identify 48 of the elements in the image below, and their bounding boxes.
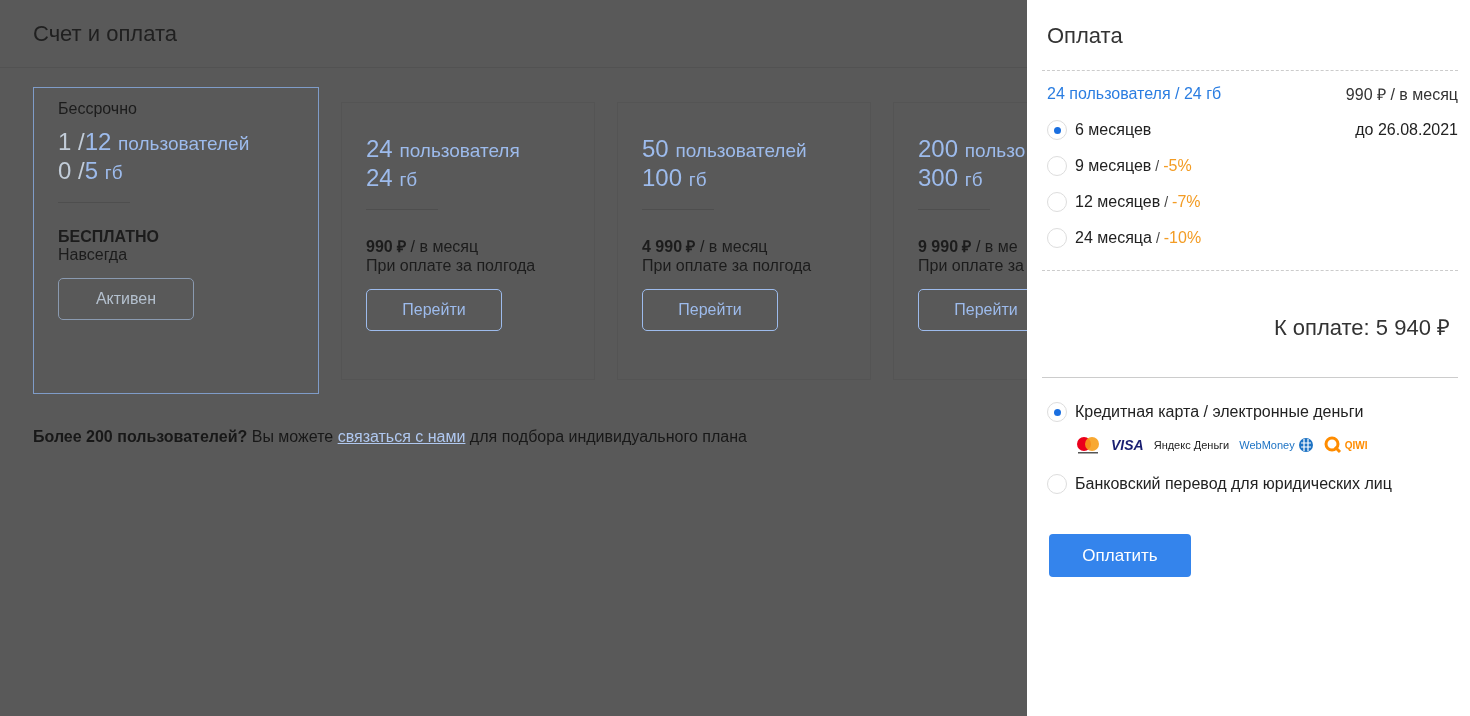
storage-amount: 300 гб — [918, 164, 983, 193]
period-label[interactable]: 24 месяца — [1075, 229, 1152, 247]
storage-amount: 100 гб — [642, 164, 707, 193]
plan-note: Навсегда — [58, 246, 128, 264]
separator: / — [1155, 230, 1160, 246]
users-count: 24 пользователя — [366, 135, 520, 164]
storage-amount: 0 /5 гб — [58, 157, 123, 186]
method-label[interactable]: Кредитная карта / электронные деньги — [1075, 403, 1364, 421]
plan-price: БЕСПЛАТНО — [58, 228, 159, 246]
storage-amount: 24 гб — [366, 164, 418, 193]
globe-icon — [1297, 437, 1314, 453]
discount-label: -5% — [1163, 157, 1192, 175]
discount-label: -7% — [1172, 193, 1201, 211]
page-title: Счет и оплата — [33, 20, 177, 47]
pay-button[interactable]: Оплатить — [1049, 534, 1191, 577]
method-label[interactable]: Банковский перевод для юридических лиц — [1075, 475, 1392, 493]
plan-note: При оплате за полгода — [366, 257, 536, 275]
plan-price: 4 990 ₽ / в месяц — [642, 237, 768, 257]
plan-button[interactable]: Активен — [58, 278, 194, 320]
plan-note: При оплате за — [918, 257, 1024, 275]
contact-text: Более 200 пользователей? Вы можете связаться с нами для подбора индивидуального плана — [33, 428, 748, 446]
until-date: до 26.08.2021 — [1355, 121, 1458, 139]
discount-label: -10% — [1163, 229, 1202, 247]
total-amount: К оплате: 5 940 ₽ — [1272, 314, 1451, 342]
plan-button[interactable]: Перейти — [642, 289, 778, 331]
users-count: 1 /12 пользователей — [58, 128, 250, 157]
users-count: 50 пользователей — [642, 135, 807, 164]
visa-logo: VISA — [1111, 437, 1144, 453]
plan-button[interactable]: Перейти — [366, 289, 502, 331]
plan-note: При оплате за полгода — [642, 257, 812, 275]
period-label[interactable]: 12 месяцев — [1075, 193, 1161, 211]
plan-label: Бессрочно — [58, 100, 137, 119]
period-label[interactable]: 6 месяцев — [1075, 121, 1152, 139]
plan-name[interactable]: 24 пользователя / 24 гб — [1047, 85, 1222, 103]
plan-price: 990 ₽ / в месяц — [366, 237, 479, 257]
qiwi-logo: QIWI — [1344, 439, 1368, 451]
qiwi-icon — [1323, 436, 1342, 454]
yandex-money-logo: Яндекс Деньги — [1153, 439, 1230, 451]
separator: / — [1155, 158, 1160, 174]
period-label[interactable]: 9 месяцев — [1075, 157, 1152, 175]
users-count: 200 пользо — [918, 135, 1026, 164]
separator: / — [1164, 194, 1169, 210]
mastercard-logo — [1075, 436, 1101, 454]
webmoney-logo: WebMoney — [1239, 439, 1295, 451]
panel-title: Оплата — [1046, 22, 1124, 50]
contact-link[interactable]: связаться с нами — [337, 428, 466, 445]
plan-price: 9 990 ₽ / в ме — [918, 237, 1018, 257]
plan-price: 990 ₽ / в месяц — [1345, 85, 1458, 105]
